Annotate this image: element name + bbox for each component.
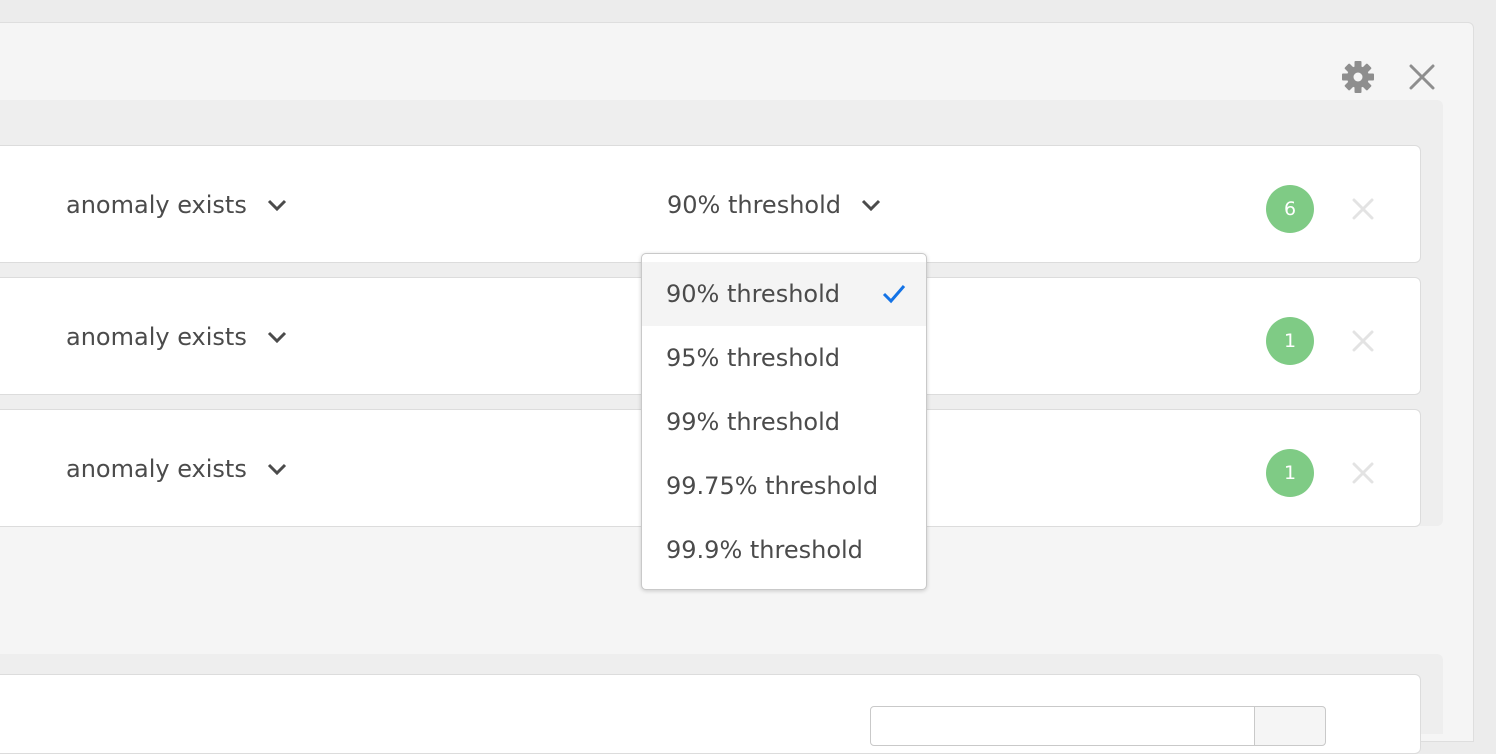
threshold-label: 90% threshold (667, 191, 841, 219)
threshold-picker[interactable]: 90% threshold (667, 146, 881, 264)
remove-rule-icon[interactable] (1343, 453, 1383, 493)
threshold-option-label: 99% threshold (666, 408, 840, 436)
condition-picker[interactable]: anomaly exists (66, 410, 287, 528)
anomaly-count-badge: 1 (1266, 449, 1314, 497)
threshold-option[interactable]: 99.75% threshold (642, 454, 926, 518)
threshold-option-label: 95% threshold (666, 344, 840, 372)
chevron-down-icon (861, 199, 881, 211)
condition-label: anomaly exists (66, 455, 247, 483)
anomaly-count-badge: 1 (1266, 317, 1314, 365)
anomaly-count-badge: 6 (1266, 185, 1314, 233)
threshold-option-label: 90% threshold (666, 280, 840, 308)
remove-rule-icon[interactable] (1343, 189, 1383, 229)
chevron-down-icon (267, 199, 287, 211)
condition-label: anomaly exists (66, 323, 247, 351)
threshold-option[interactable]: 99.9% threshold (642, 518, 926, 582)
chevron-down-icon (267, 463, 287, 475)
checkmark-icon (882, 282, 906, 310)
threshold-option[interactable]: 90% threshold (642, 262, 926, 326)
rule-row: anomaly exists 90% threshold 6 (0, 145, 1421, 263)
chevron-down-icon (267, 331, 287, 343)
remove-rule-icon[interactable] (1343, 321, 1383, 361)
condition-picker[interactable]: anomaly exists (66, 146, 287, 264)
search-button[interactable] (1254, 706, 1326, 746)
threshold-option-label: 99.75% threshold (666, 472, 879, 500)
search-input[interactable] (870, 706, 1255, 746)
threshold-option[interactable]: 99% threshold (642, 390, 926, 454)
condition-picker[interactable]: anomaly exists (66, 278, 287, 396)
condition-label: anomaly exists (66, 191, 247, 219)
close-icon[interactable] (1402, 57, 1442, 97)
gear-icon[interactable] (1338, 57, 1378, 97)
threshold-option[interactable]: 95% threshold (642, 326, 926, 390)
threshold-option-label: 99.9% threshold (666, 536, 863, 564)
threshold-dropdown-menu: 90% threshold 95% threshold 99% threshol… (641, 253, 927, 590)
